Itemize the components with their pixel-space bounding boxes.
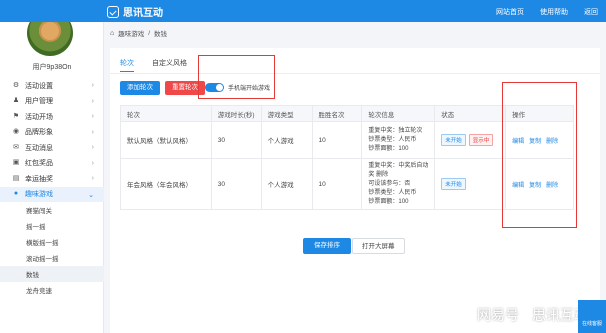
status-badge: 未开始 (441, 178, 466, 190)
breadcrumb: ⌂ 趣味游戏 / 数钱 (110, 28, 168, 39)
highlight-box (198, 55, 275, 99)
header-links: 网站首页 使用帮助 返回 (496, 7, 598, 17)
app-name: 思讯互动 (123, 8, 163, 19)
chevron-right-icon: › (91, 113, 94, 120)
gift-icon: ▣ (12, 159, 20, 167)
chevron-right-icon: › (91, 82, 94, 89)
highlight-box (502, 82, 577, 228)
round-info: 重复中奖：独立轮次 钞票类型：人民币 钞票面额：100 (361, 121, 436, 159)
game-icon: ● (13, 190, 19, 198)
chevron-right-icon: › (91, 128, 94, 136)
add-round-button[interactable]: 添加轮次 (120, 81, 160, 95)
chevron-right-icon: › (91, 159, 94, 167)
online-service-button[interactable]: 在线客服 (578, 300, 606, 333)
username: 用户9p38On (32, 64, 72, 71)
column-header: 轮次 (120, 105, 212, 122)
back-link[interactable]: 返回 (584, 7, 598, 17)
flag-icon: ⚑ (12, 112, 20, 120)
column-header: 状态 (434, 105, 507, 122)
help-link[interactable]: 使用帮助 (540, 7, 568, 17)
round-duration: 30 (210, 121, 262, 159)
round-type: 个人游戏 (260, 121, 313, 159)
subnav-item[interactable]: 摇一摇 (0, 218, 104, 234)
sidebar: 用户9p38On ⚙ 活动设置 › ♟ 用户管理 › ⚑ 活动开场 › ◉ 品牌形象 › ✉ 互动… (0, 0, 104, 333)
column-header: 轮次信息 (361, 105, 436, 122)
status-badge: 未开始 (441, 134, 466, 146)
sidebar-item-red-packet-prizes[interactable]: ▣ 红包奖品 › (0, 156, 104, 172)
round-rank: 10 (311, 121, 363, 159)
column-header: 游戏时长(秒) (210, 105, 262, 122)
round-type: 个人游戏 (260, 158, 313, 210)
status-badge: 显示中 (468, 134, 494, 146)
column-header: 胜胜名次 (311, 105, 363, 122)
chat-icon: ✉ (13, 143, 19, 151)
save-order-button[interactable]: 保存排序 (303, 238, 351, 254)
top-bar: 思讯互动 网站首页 使用帮助 返回 (0, 0, 606, 22)
sidebar-item-interactive-messages[interactable]: ✉ 互动消息 › (0, 140, 104, 156)
subnav-item-current[interactable]: 数钱 (0, 266, 104, 282)
sidebar-item-activity-opening[interactable]: ⚑ 活动开场 › (0, 109, 104, 125)
watermark-left: 网易号 (477, 307, 519, 323)
main-panel: 轮次 自定义风格 添加轮次 重置轮次 手机端开始游戏 轮次 游戏时长(秒) 游戏… (110, 48, 600, 333)
user-icon: ♟ (12, 97, 20, 105)
tabs: 轮次 自定义风格 (120, 58, 187, 72)
tab-custom-style[interactable]: 自定义风格 (152, 58, 187, 72)
round-status: 未开始 显示中 (434, 121, 507, 159)
sidebar-nav: ⚙ 活动设置 › ♟ 用户管理 › ⚑ 活动开场 › ◉ 品牌形象 › ✉ 互动消息 › ▣ 红包奖品… (0, 78, 104, 298)
round-info: 重复中奖：中奖后自动奖 删除 可设该参与：否 钞票类型：人民币 钞票面额：100 (361, 158, 436, 210)
breadcrumb-current: 数钱 (154, 31, 168, 38)
subnav-item[interactable]: 赛猫闯关 (0, 202, 104, 218)
breadcrumb-parent[interactable]: 趣味游戏 (118, 28, 144, 38)
home-link[interactable]: 网站首页 (496, 7, 524, 17)
ticket-icon: ▤ (12, 174, 20, 182)
watermark-separator (525, 308, 526, 322)
home-icon[interactable]: ⌂ (110, 30, 114, 37)
gear-icon: ⚙ (12, 81, 20, 89)
sidebar-item-user-management[interactable]: ♟ 用户管理 › (0, 94, 104, 110)
sidebar-item-fun-games[interactable]: ● 趣味游戏 ⌄ (0, 186, 104, 202)
badge-icon: ◉ (12, 128, 20, 136)
sidebar-item-brand-image[interactable]: ◉ 品牌形象 › (0, 125, 104, 141)
round-name: 年会风格（年会风格） (120, 158, 212, 210)
round-duration: 30 (210, 158, 262, 210)
round-status: 未开始 (434, 158, 507, 210)
sidebar-item-activity-settings[interactable]: ⚙ 活动设置 › (0, 78, 104, 94)
subnav-item[interactable]: 横版摇一摇 (0, 234, 104, 250)
column-header: 游戏类型 (260, 105, 313, 122)
tabs-divider (110, 73, 600, 74)
breadcrumb-separator: / (148, 29, 151, 37)
tab-rounds[interactable]: 轮次 (120, 58, 134, 72)
sidebar-item-lucky-draw[interactable]: ▤ 幸运抽奖 › (0, 171, 104, 187)
subnav-item[interactable]: 龙舟竞速 (0, 282, 104, 298)
chevron-down-icon: ⌄ (88, 191, 94, 199)
chevron-right-icon: › (91, 144, 94, 151)
chevron-right-icon: › (91, 97, 94, 105)
open-big-screen-button[interactable]: 打开大屏幕 (352, 238, 405, 254)
watermark: 网易号 思讯互动 (477, 305, 588, 325)
subnav-item[interactable]: 滚动摇一摇 (0, 250, 104, 266)
brand[interactable]: 思讯互动 (107, 4, 163, 19)
logo-icon (107, 5, 119, 18)
round-name: 默认风格（默认风格） (120, 121, 212, 159)
chevron-right-icon: › (91, 175, 94, 182)
round-rank: 10 (311, 158, 363, 210)
